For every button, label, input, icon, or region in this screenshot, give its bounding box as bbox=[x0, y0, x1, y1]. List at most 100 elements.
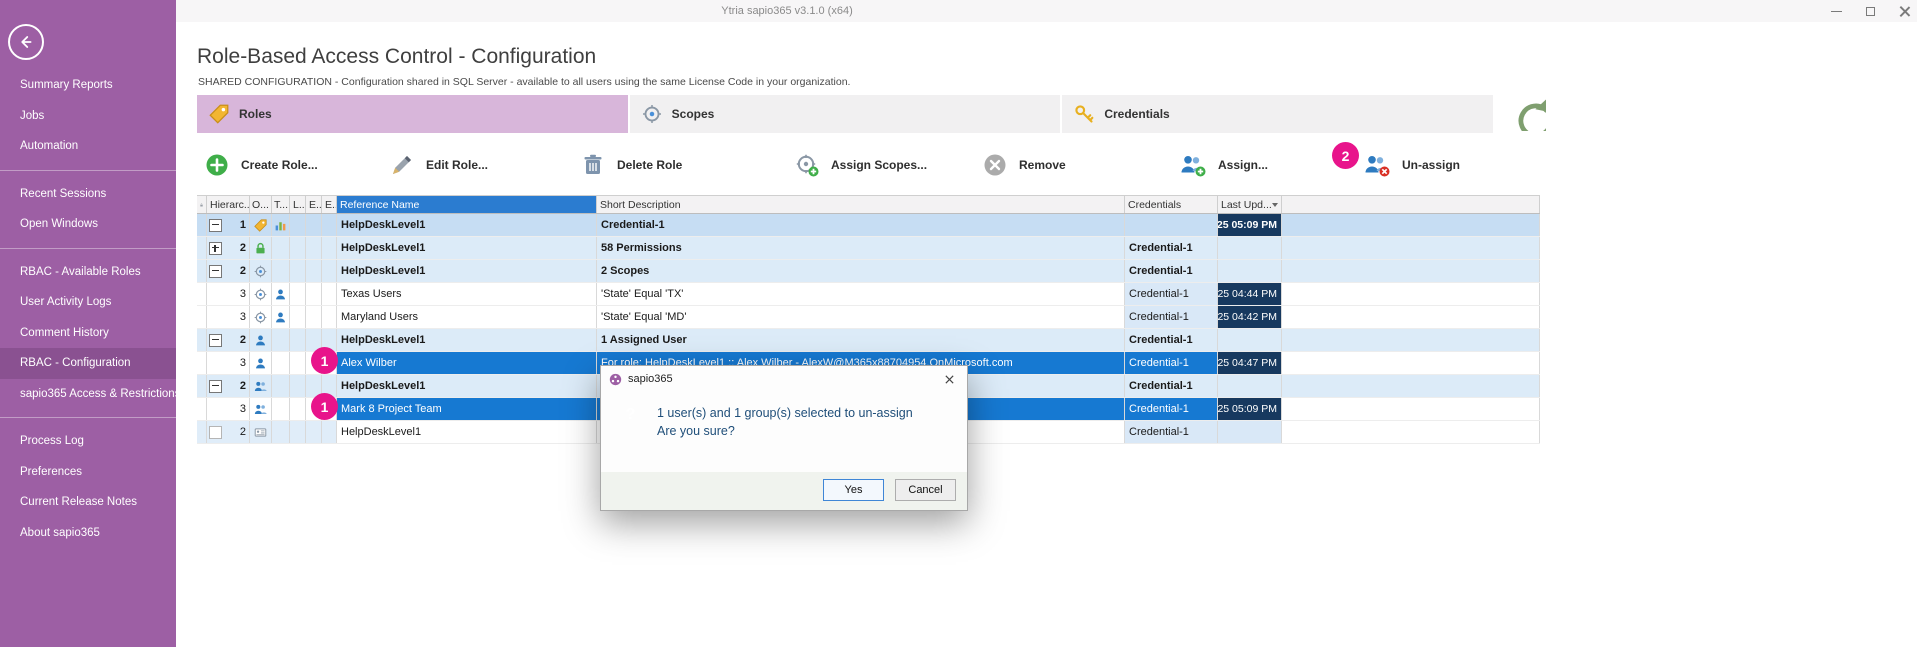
reference-name-cell[interactable]: Mark 8 Project Team bbox=[337, 398, 597, 420]
e2-column-header[interactable]: E... bbox=[322, 196, 337, 213]
l-column-header[interactable]: L... bbox=[290, 196, 306, 213]
tab-roles[interactable]: Roles bbox=[197, 95, 630, 133]
last-updated-cell[interactable]: 025 04:42 PM bbox=[1218, 306, 1282, 328]
credentials-cell[interactable]: Credential-1 bbox=[1125, 375, 1218, 397]
tab-scopes[interactable]: Scopes bbox=[630, 95, 1063, 133]
dialog-close-button[interactable] bbox=[931, 366, 967, 392]
hierarchy-cell[interactable]: 2 bbox=[207, 375, 250, 397]
unassign-button[interactable]: Un-assign bbox=[1364, 146, 1460, 184]
credentials-cell[interactable]: Credential-1 bbox=[1125, 237, 1218, 259]
remove-button[interactable]: Remove bbox=[983, 146, 1066, 184]
close-button[interactable] bbox=[1899, 6, 1910, 17]
credentials-cell[interactable]: Credential-1 bbox=[1125, 352, 1218, 374]
hierarchy-cell[interactable]: 2 bbox=[207, 260, 250, 282]
collapse-toggle[interactable] bbox=[209, 265, 222, 278]
sidebar-item-automation[interactable]: Automation bbox=[0, 131, 176, 162]
credentials-cell[interactable]: Credential-1 bbox=[1125, 329, 1218, 351]
collapse-toggle[interactable] bbox=[209, 380, 222, 393]
back-button[interactable] bbox=[8, 24, 44, 60]
credentials-cell[interactable] bbox=[1125, 214, 1218, 236]
table-row[interactable]: 3 Maryland Users 'State' Equal 'MD' Cred… bbox=[197, 306, 1540, 329]
short-description-cell[interactable]: Credential-1 bbox=[597, 214, 1125, 236]
reference-name-column-header[interactable]: Reference Name bbox=[337, 196, 597, 213]
sidebar-item-summary-reports[interactable]: Summary Reports bbox=[0, 70, 176, 101]
last-updated-cell[interactable] bbox=[1218, 237, 1282, 259]
hierarchy-cell[interactable]: 3 bbox=[207, 352, 250, 374]
hierarchy-cell[interactable]: 3 bbox=[207, 283, 250, 305]
sidebar-item-process-log[interactable]: Process Log bbox=[0, 426, 176, 457]
reference-name-cell[interactable]: HelpDeskLevel1 bbox=[337, 237, 597, 259]
sidebar-item-jobs[interactable]: Jobs bbox=[0, 101, 176, 132]
credentials-cell[interactable]: Credential-1 bbox=[1125, 283, 1218, 305]
last-updated-cell[interactable] bbox=[1218, 329, 1282, 351]
hierarchy-column-header[interactable]: Hierarc... bbox=[207, 196, 250, 213]
assign-scopes-button[interactable]: Assign Scopes... bbox=[795, 146, 927, 184]
reference-name-cell[interactable]: HelpDeskLevel1 bbox=[337, 421, 597, 443]
table-row[interactable]: 2 HelpDeskLevel1 58 Permissions Credenti… bbox=[197, 237, 1540, 260]
hierarchy-cell[interactable]: 1 bbox=[207, 214, 250, 236]
sidebar-item-rbac-configuration[interactable]: RBAC - Configuration bbox=[0, 348, 176, 379]
sidebar-item-user-activity-logs[interactable]: User Activity Logs bbox=[0, 287, 176, 318]
sidebar-item-rbac-available-roles[interactable]: RBAC - Available Roles bbox=[0, 257, 176, 288]
table-row[interactable]: 3 Texas Users 'State' Equal 'TX' Credent… bbox=[197, 283, 1540, 306]
last-updated-cell[interactable] bbox=[1218, 260, 1282, 282]
hierarchy-cell[interactable]: 3 bbox=[207, 306, 250, 328]
tab-credentials[interactable]: Credentials bbox=[1062, 95, 1495, 133]
refresh-button[interactable] bbox=[1512, 97, 1546, 131]
yes-button[interactable]: Yes bbox=[823, 479, 884, 501]
credentials-cell[interactable]: Credential-1 bbox=[1125, 306, 1218, 328]
table-row[interactable]: 2 HelpDeskLevel1 2 Scopes Credential-1 bbox=[197, 260, 1540, 283]
lock-column-header[interactable] bbox=[197, 196, 207, 213]
reference-name-cell[interactable]: HelpDeskLevel1 bbox=[337, 214, 597, 236]
sidebar-item-preferences[interactable]: Preferences bbox=[0, 457, 176, 488]
short-description-column-header[interactable]: Short Description bbox=[597, 196, 1125, 213]
cancel-button[interactable]: Cancel bbox=[895, 479, 956, 501]
reference-name-cell[interactable]: Alex Wilber bbox=[337, 352, 597, 374]
sidebar-item-recent-sessions[interactable]: Recent Sessions bbox=[0, 179, 176, 210]
collapse-toggle[interactable] bbox=[209, 334, 222, 347]
credentials-cell[interactable]: Credential-1 bbox=[1125, 398, 1218, 420]
table-row[interactable]: 1 HelpDeskLevel1 Credential-1 25 05:09 P… bbox=[197, 214, 1540, 237]
short-description-cell[interactable]: 'State' Equal 'MD' bbox=[597, 306, 1125, 328]
last-updated-cell[interactable] bbox=[1218, 421, 1282, 443]
t-column-header[interactable]: T... bbox=[272, 196, 290, 213]
hierarchy-cell[interactable]: 2 bbox=[207, 421, 250, 443]
e1-column-header[interactable]: E... bbox=[306, 196, 322, 213]
reference-name-cell[interactable]: HelpDeskLevel1 bbox=[337, 329, 597, 351]
sidebar-item-open-windows[interactable]: Open Windows bbox=[0, 209, 176, 240]
short-description-cell[interactable]: 'State' Equal 'TX' bbox=[597, 283, 1125, 305]
credentials-column-header[interactable]: Credentials bbox=[1125, 196, 1218, 213]
sidebar-item-comment-history[interactable]: Comment History bbox=[0, 318, 176, 349]
last-updated-cell[interactable]: 025 05:09 PM bbox=[1218, 398, 1282, 420]
maximize-button[interactable] bbox=[1865, 6, 1876, 17]
sidebar-item-about-sapio365[interactable]: About sapio365 bbox=[0, 518, 176, 549]
hierarchy-cell[interactable]: 2 bbox=[207, 237, 250, 259]
last-updated-cell[interactable]: 025 04:47 PM bbox=[1218, 352, 1282, 374]
reference-name-cell[interactable]: HelpDeskLevel1 bbox=[337, 375, 597, 397]
short-description-cell[interactable]: 2 Scopes bbox=[597, 260, 1125, 282]
minimize-button[interactable] bbox=[1831, 6, 1842, 17]
reference-name-cell[interactable]: Maryland Users bbox=[337, 306, 597, 328]
short-description-cell[interactable]: 58 Permissions bbox=[597, 237, 1125, 259]
table-row[interactable]: 2 HelpDeskLevel1 1 Assigned User Credent… bbox=[197, 329, 1540, 352]
last-updated-cell[interactable] bbox=[1218, 375, 1282, 397]
hierarchy-cell[interactable]: 3 bbox=[207, 398, 250, 420]
o-column-header[interactable]: O... bbox=[250, 196, 272, 213]
credentials-cell[interactable]: Credential-1 bbox=[1125, 421, 1218, 443]
create-role-button[interactable]: Create Role... bbox=[205, 146, 318, 184]
expand-toggle[interactable] bbox=[209, 242, 222, 255]
sidebar-item-current-release-notes[interactable]: Current Release Notes bbox=[0, 487, 176, 518]
credentials-cell[interactable]: Credential-1 bbox=[1125, 260, 1218, 282]
collapse-toggle[interactable] bbox=[209, 219, 222, 232]
reference-name-cell[interactable]: HelpDeskLevel1 bbox=[337, 260, 597, 282]
last-updated-column-header[interactable]: Last Upd... bbox=[1218, 196, 1282, 213]
last-updated-cell[interactable]: 025 04:44 PM bbox=[1218, 283, 1282, 305]
edit-role-button[interactable]: Edit Role... bbox=[390, 146, 488, 184]
hierarchy-cell[interactable]: 2 bbox=[207, 329, 250, 351]
delete-role-button[interactable]: Delete Role bbox=[581, 146, 682, 184]
assign-button[interactable]: Assign... bbox=[1180, 146, 1268, 184]
short-description-cell[interactable]: 1 Assigned User bbox=[597, 329, 1125, 351]
reference-name-cell[interactable]: Texas Users bbox=[337, 283, 597, 305]
last-updated-cell[interactable]: 25 05:09 PM bbox=[1218, 214, 1282, 236]
sidebar-item-sapio365-access-restrictions[interactable]: sapio365 Access & Restrictions bbox=[0, 379, 176, 410]
